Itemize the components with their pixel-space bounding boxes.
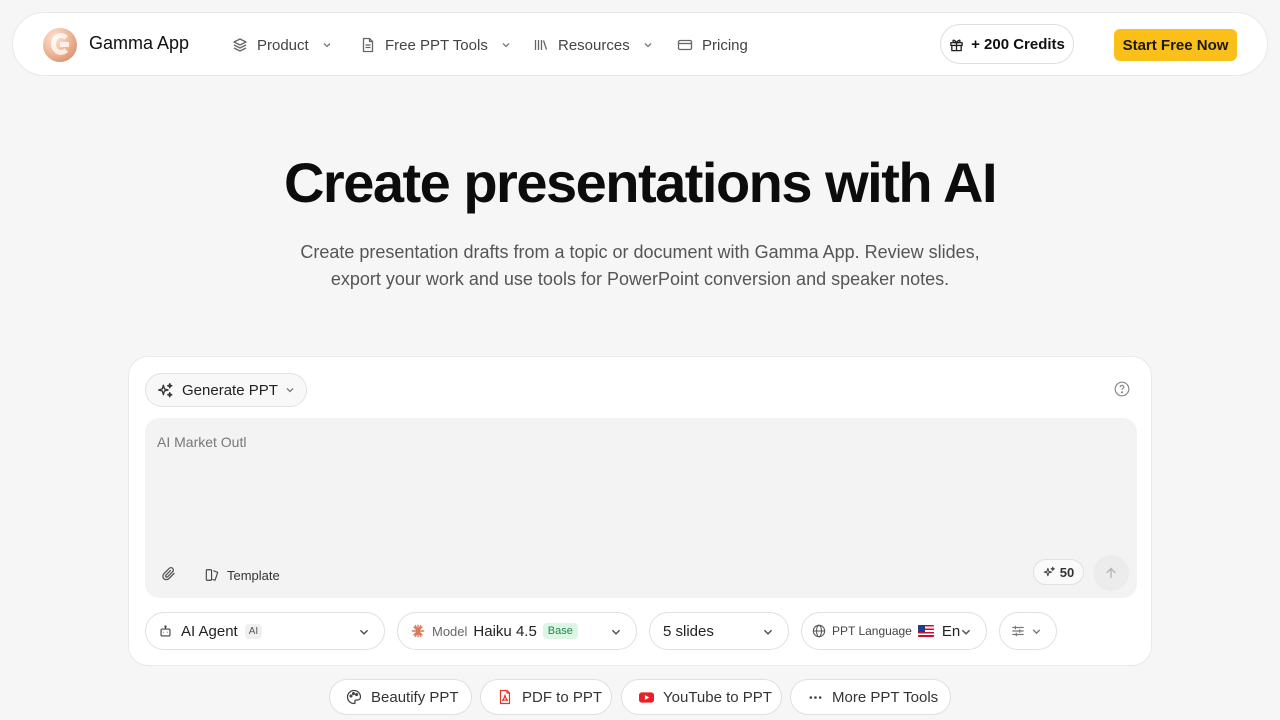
prompt-input[interactable] xyxy=(157,434,1117,534)
paperclip-icon xyxy=(162,567,175,581)
pdf-icon xyxy=(499,689,511,705)
sliders-icon xyxy=(1012,625,1024,637)
slide-count-select[interactable]: 5 slides xyxy=(649,612,789,650)
more-ppt-tools-chip[interactable]: More PPT Tools xyxy=(790,679,951,715)
nav-pricing[interactable]: Pricing xyxy=(677,35,748,55)
gift-icon xyxy=(950,39,963,51)
send-button[interactable] xyxy=(1093,555,1129,591)
nav-resources[interactable]: Resources xyxy=(533,35,653,55)
template-label: Template xyxy=(227,567,280,583)
bot-icon xyxy=(160,624,171,637)
nav-resources-label: Resources xyxy=(558,36,630,54)
chevron-down-icon xyxy=(611,629,621,635)
template-button[interactable]: Template xyxy=(205,565,280,585)
document-icon xyxy=(362,37,374,53)
nav-product-label: Product xyxy=(257,36,309,54)
chevron-down-icon xyxy=(961,629,971,635)
chevron-down-icon xyxy=(502,43,510,48)
chevron-down-icon xyxy=(286,388,294,393)
nav-free-ppt-tools-label: Free PPT Tools xyxy=(385,36,488,54)
model-tier-badge: Base xyxy=(542,623,578,639)
agent-select[interactable]: AI Agent AI xyxy=(145,612,385,650)
arrow-up-icon xyxy=(1106,567,1116,579)
prompt-area: Template 50 xyxy=(145,418,1137,598)
model-value: Haiku 4.5 xyxy=(473,622,537,640)
settings-select[interactable] xyxy=(999,612,1057,650)
nav-free-ppt-tools[interactable]: Free PPT Tools xyxy=(360,35,511,55)
brand-name[interactable]: Gamma App xyxy=(89,33,189,54)
beautify-ppt-chip[interactable]: Beautify PPT xyxy=(329,679,472,715)
slide-count-value: 5 slides xyxy=(663,622,714,640)
generate-mode-dropdown[interactable]: Generate PPT xyxy=(145,373,307,407)
start-free-button[interactable]: Start Free Now xyxy=(1114,29,1237,61)
chevron-down-icon xyxy=(644,43,652,48)
credit-card-icon xyxy=(677,39,693,51)
help-icon[interactable] xyxy=(1114,381,1130,397)
claude-logo-icon xyxy=(411,624,425,638)
generator-card: Generate PPT Template 50 xyxy=(128,356,1152,666)
generate-mode-label: Generate PPT xyxy=(182,381,278,399)
credits-button[interactable]: + 200 Credits xyxy=(940,24,1074,64)
model-select[interactable]: Model Haiku 4.5 Base xyxy=(397,612,637,650)
nav-pricing-label: Pricing xyxy=(702,36,748,54)
youtube-to-ppt-chip[interactable]: YouTube to PPT xyxy=(621,679,782,715)
top-navbar: Gamma App Product Free PPT Tools Resourc… xyxy=(12,12,1268,76)
language-label: PPT Language xyxy=(832,624,912,638)
credit-cost-badge: 50 xyxy=(1033,559,1084,585)
youtube-icon xyxy=(639,691,654,703)
chevron-down-icon xyxy=(763,629,773,635)
beautify-ppt-label: Beautify PPT xyxy=(371,688,459,706)
more-ppt-tools-label: More PPT Tools xyxy=(832,688,939,706)
page-subtitle: Create presentation drafts from a topic … xyxy=(300,242,980,289)
chevron-down-icon xyxy=(359,629,369,635)
layers-icon xyxy=(233,38,247,52)
palette-icon xyxy=(346,689,362,705)
youtube-to-ppt-label: YouTube to PPT xyxy=(663,688,772,706)
us-flag-icon xyxy=(917,625,934,637)
page-title: Create presentations with AI xyxy=(283,151,998,214)
globe-icon xyxy=(812,624,826,638)
chevron-down-icon xyxy=(1032,629,1041,635)
pdf-to-ppt-chip[interactable]: PDF to PPT xyxy=(480,679,612,715)
credit-cost-value: 50 xyxy=(1059,564,1075,580)
template-icon xyxy=(205,569,219,581)
credits-label: + 200 Credits xyxy=(971,35,1065,53)
library-icon xyxy=(534,40,548,50)
language-select[interactable]: PPT Language En xyxy=(801,612,987,650)
chevron-down-icon xyxy=(323,43,331,48)
model-label: Model xyxy=(432,623,468,639)
pdf-to-ppt-label: PDF to PPT xyxy=(522,688,603,706)
nav-product[interactable]: Product xyxy=(232,35,332,55)
language-value: En xyxy=(941,622,961,640)
sparkles-icon xyxy=(157,382,173,398)
sparkles-icon xyxy=(1043,566,1055,576)
logo-icon[interactable] xyxy=(43,28,77,62)
attach-button[interactable] xyxy=(159,564,179,584)
more-icon xyxy=(809,695,822,699)
ai-tag: AI xyxy=(244,623,263,639)
agent-label: AI Agent xyxy=(181,622,238,640)
